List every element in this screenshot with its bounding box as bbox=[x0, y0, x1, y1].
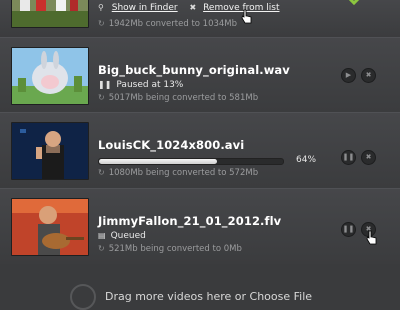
video-thumbnail bbox=[11, 0, 89, 28]
pause-icon: ❚❚ bbox=[342, 153, 355, 161]
progress-fill bbox=[99, 159, 217, 164]
progress-percent: 64% bbox=[296, 155, 317, 165]
drop-zone-text[interactable]: Drag more videos here or Choose File bbox=[105, 290, 312, 303]
search-icon: ⚲ bbox=[98, 3, 104, 12]
video-thumbnail bbox=[11, 122, 89, 180]
video-title: Big_buck_bunny_original.wav bbox=[98, 63, 290, 77]
video-row: LouisCK_1024x800.avi 64% ↻ 1080Mb being c… bbox=[0, 112, 400, 189]
show-in-finder-link[interactable]: Show in Finder bbox=[112, 3, 178, 13]
video-thumbnail bbox=[11, 198, 89, 256]
conversion-info: ↻ 521Mb being converted to 0Mb bbox=[98, 244, 242, 254]
queue-icon: ▤ bbox=[98, 231, 106, 240]
pause-icon: ❚❚ bbox=[342, 225, 355, 233]
refresh-icon: ↻ bbox=[98, 244, 105, 253]
drop-zone[interactable]: Drag more videos here or Choose File bbox=[0, 264, 400, 310]
stop-button[interactable]: ✖ bbox=[361, 68, 376, 83]
conversion-info: ↻ 5017Mb being converted to 581Mb bbox=[98, 93, 259, 103]
hand-cursor-icon bbox=[366, 230, 377, 245]
video-row: Big_buck_bunny_original.wav ❚❚ Paused at … bbox=[0, 37, 400, 113]
status-text: ❚❚ Paused at 13% bbox=[98, 80, 184, 90]
stop-button[interactable]: ✖ bbox=[361, 150, 376, 165]
video-title: JimmyFallon_21_01_2012.flv bbox=[98, 214, 282, 228]
stop-icon: ✖ bbox=[365, 71, 372, 79]
pause-icon: ❚❚ bbox=[98, 80, 112, 89]
status-text: ▤ Queued bbox=[98, 231, 146, 241]
refresh-icon: ↻ bbox=[98, 168, 105, 177]
conversion-info: ↻ 1080Mb being converted to 572Mb bbox=[98, 168, 259, 178]
video-title: LouisCK_1024x800.avi bbox=[98, 138, 245, 152]
remove-icon: ✖ bbox=[189, 3, 197, 12]
play-icon: ▶ bbox=[345, 71, 352, 79]
video-row-completed: ⚲ Show in Finder ✖ Remove from list ↻ 194… bbox=[0, 0, 400, 38]
stop-icon: ✖ bbox=[365, 153, 372, 161]
video-thumbnail bbox=[11, 47, 89, 105]
drop-target-icon bbox=[70, 284, 96, 310]
conversion-info: ↻ 1942Mb converted to 1034Mb bbox=[98, 19, 238, 29]
video-row: JimmyFallon_21_01_2012.flv ▤ Queued ↻ 521M… bbox=[0, 188, 400, 265]
checkmark-icon bbox=[349, 0, 360, 6]
conversion-progress-bar bbox=[98, 158, 284, 165]
play-button[interactable]: ▶ bbox=[341, 68, 356, 83]
pause-button[interactable]: ❚❚ bbox=[341, 222, 356, 237]
pause-button[interactable]: ❚❚ bbox=[341, 150, 356, 165]
refresh-icon: ↻ bbox=[98, 19, 105, 28]
refresh-icon: ↻ bbox=[98, 93, 105, 102]
hand-cursor-icon bbox=[241, 9, 252, 24]
